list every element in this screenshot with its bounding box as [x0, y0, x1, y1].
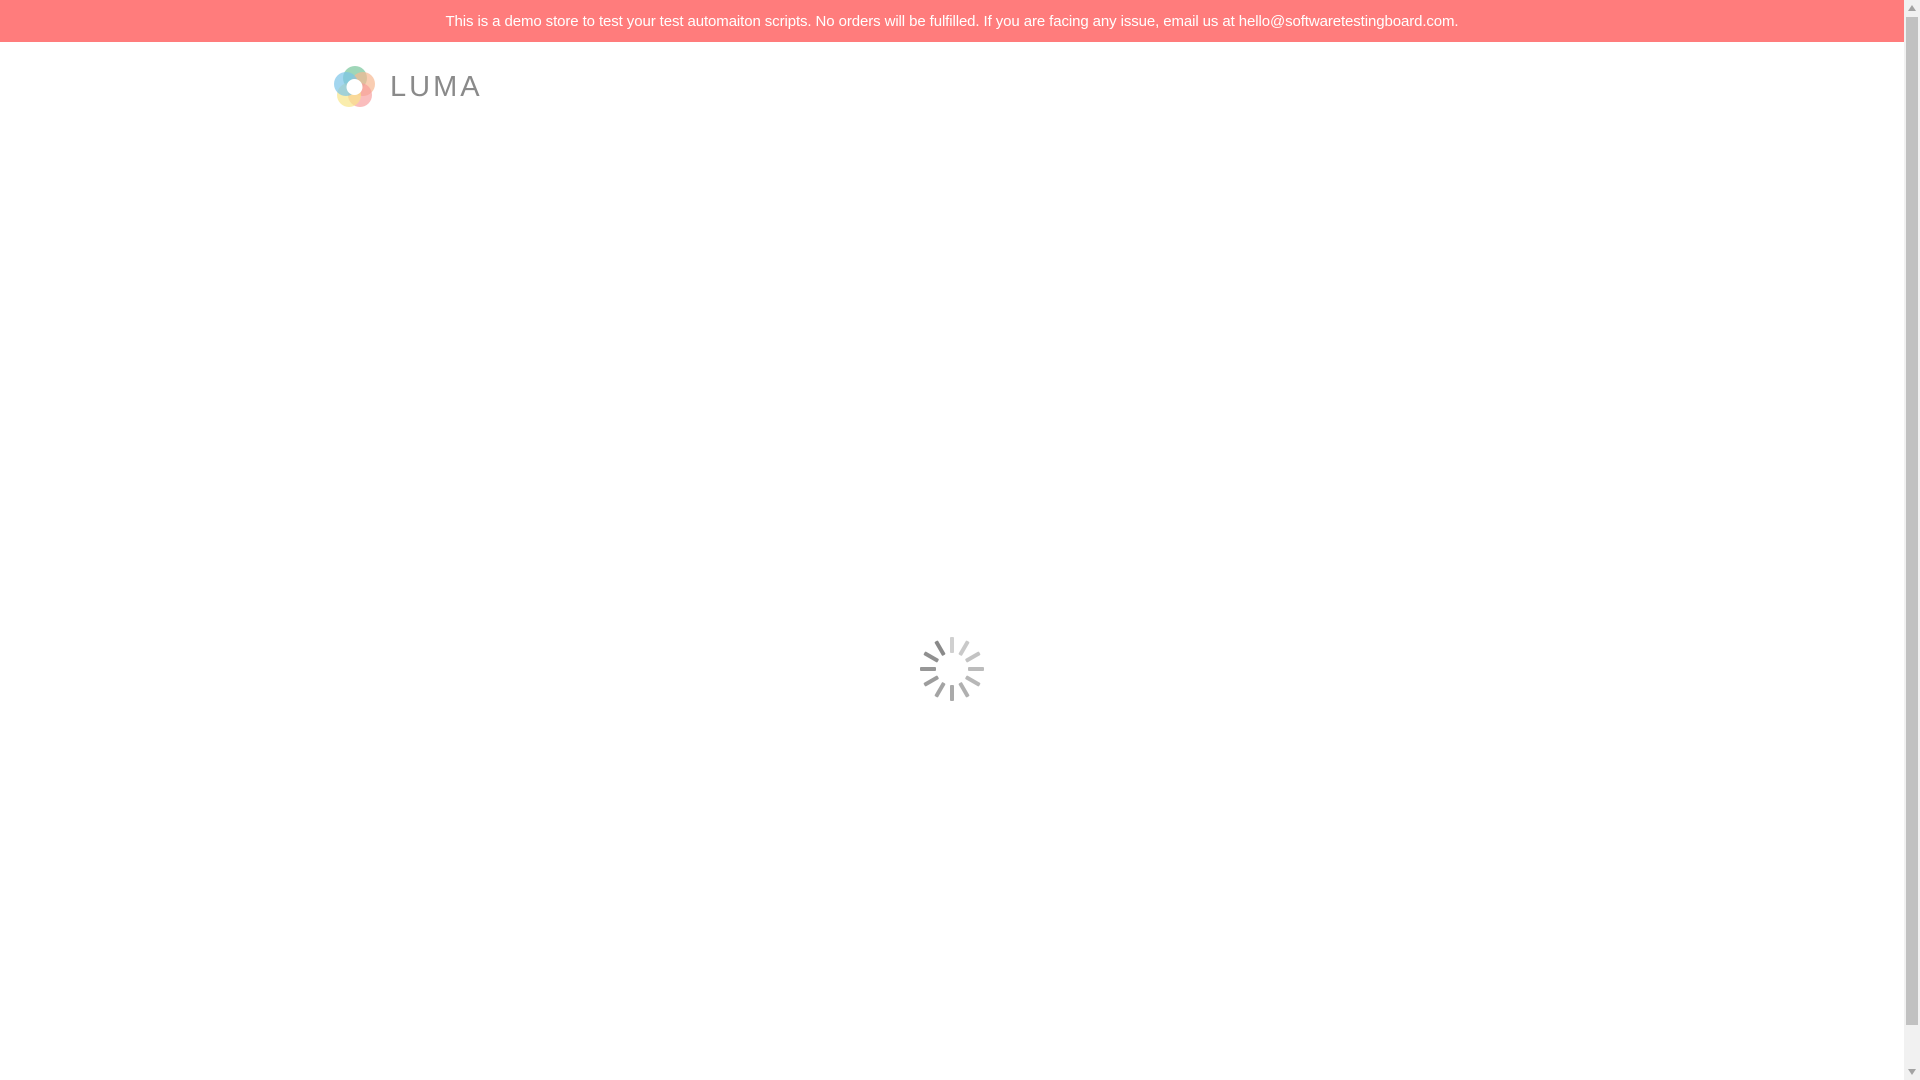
scroll-down-button[interactable]	[1904, 1064, 1920, 1080]
spinner-spoke	[950, 685, 954, 701]
demo-store-notice: This is a demo store to test your test a…	[0, 0, 1904, 42]
page: This is a demo store to test your test a…	[0, 0, 1920, 1080]
main-content	[0, 130, 1904, 1080]
spinner-icon	[920, 637, 984, 701]
spinner-spoke	[965, 675, 981, 687]
spinner-spoke	[923, 675, 939, 687]
spinner-spoke	[958, 682, 970, 698]
spinner-spoke	[965, 651, 981, 663]
store-logo-link[interactable]: LUMA	[332, 64, 483, 110]
vertical-scrollbar[interactable]	[1904, 0, 1920, 1080]
luma-logo-icon	[334, 66, 375, 107]
spinner-spoke	[923, 651, 939, 663]
triangle-up-icon	[1908, 5, 1916, 11]
spinner-spoke	[968, 667, 984, 671]
logo-text: LUMA	[390, 70, 483, 103]
demo-store-notice-text: This is a demo store to test your test a…	[445, 12, 1459, 30]
spinner-spoke	[934, 682, 946, 698]
scroll-up-button[interactable]	[1904, 0, 1920, 16]
page-header: LUMA	[0, 42, 1904, 130]
spinner-spoke	[950, 637, 954, 653]
triangle-down-icon	[1908, 1069, 1916, 1075]
spinner-spoke	[958, 640, 970, 656]
spinner-spoke	[920, 667, 936, 671]
spinner-spoke	[934, 640, 946, 656]
scrollbar-thumb[interactable]	[1906, 17, 1918, 1025]
